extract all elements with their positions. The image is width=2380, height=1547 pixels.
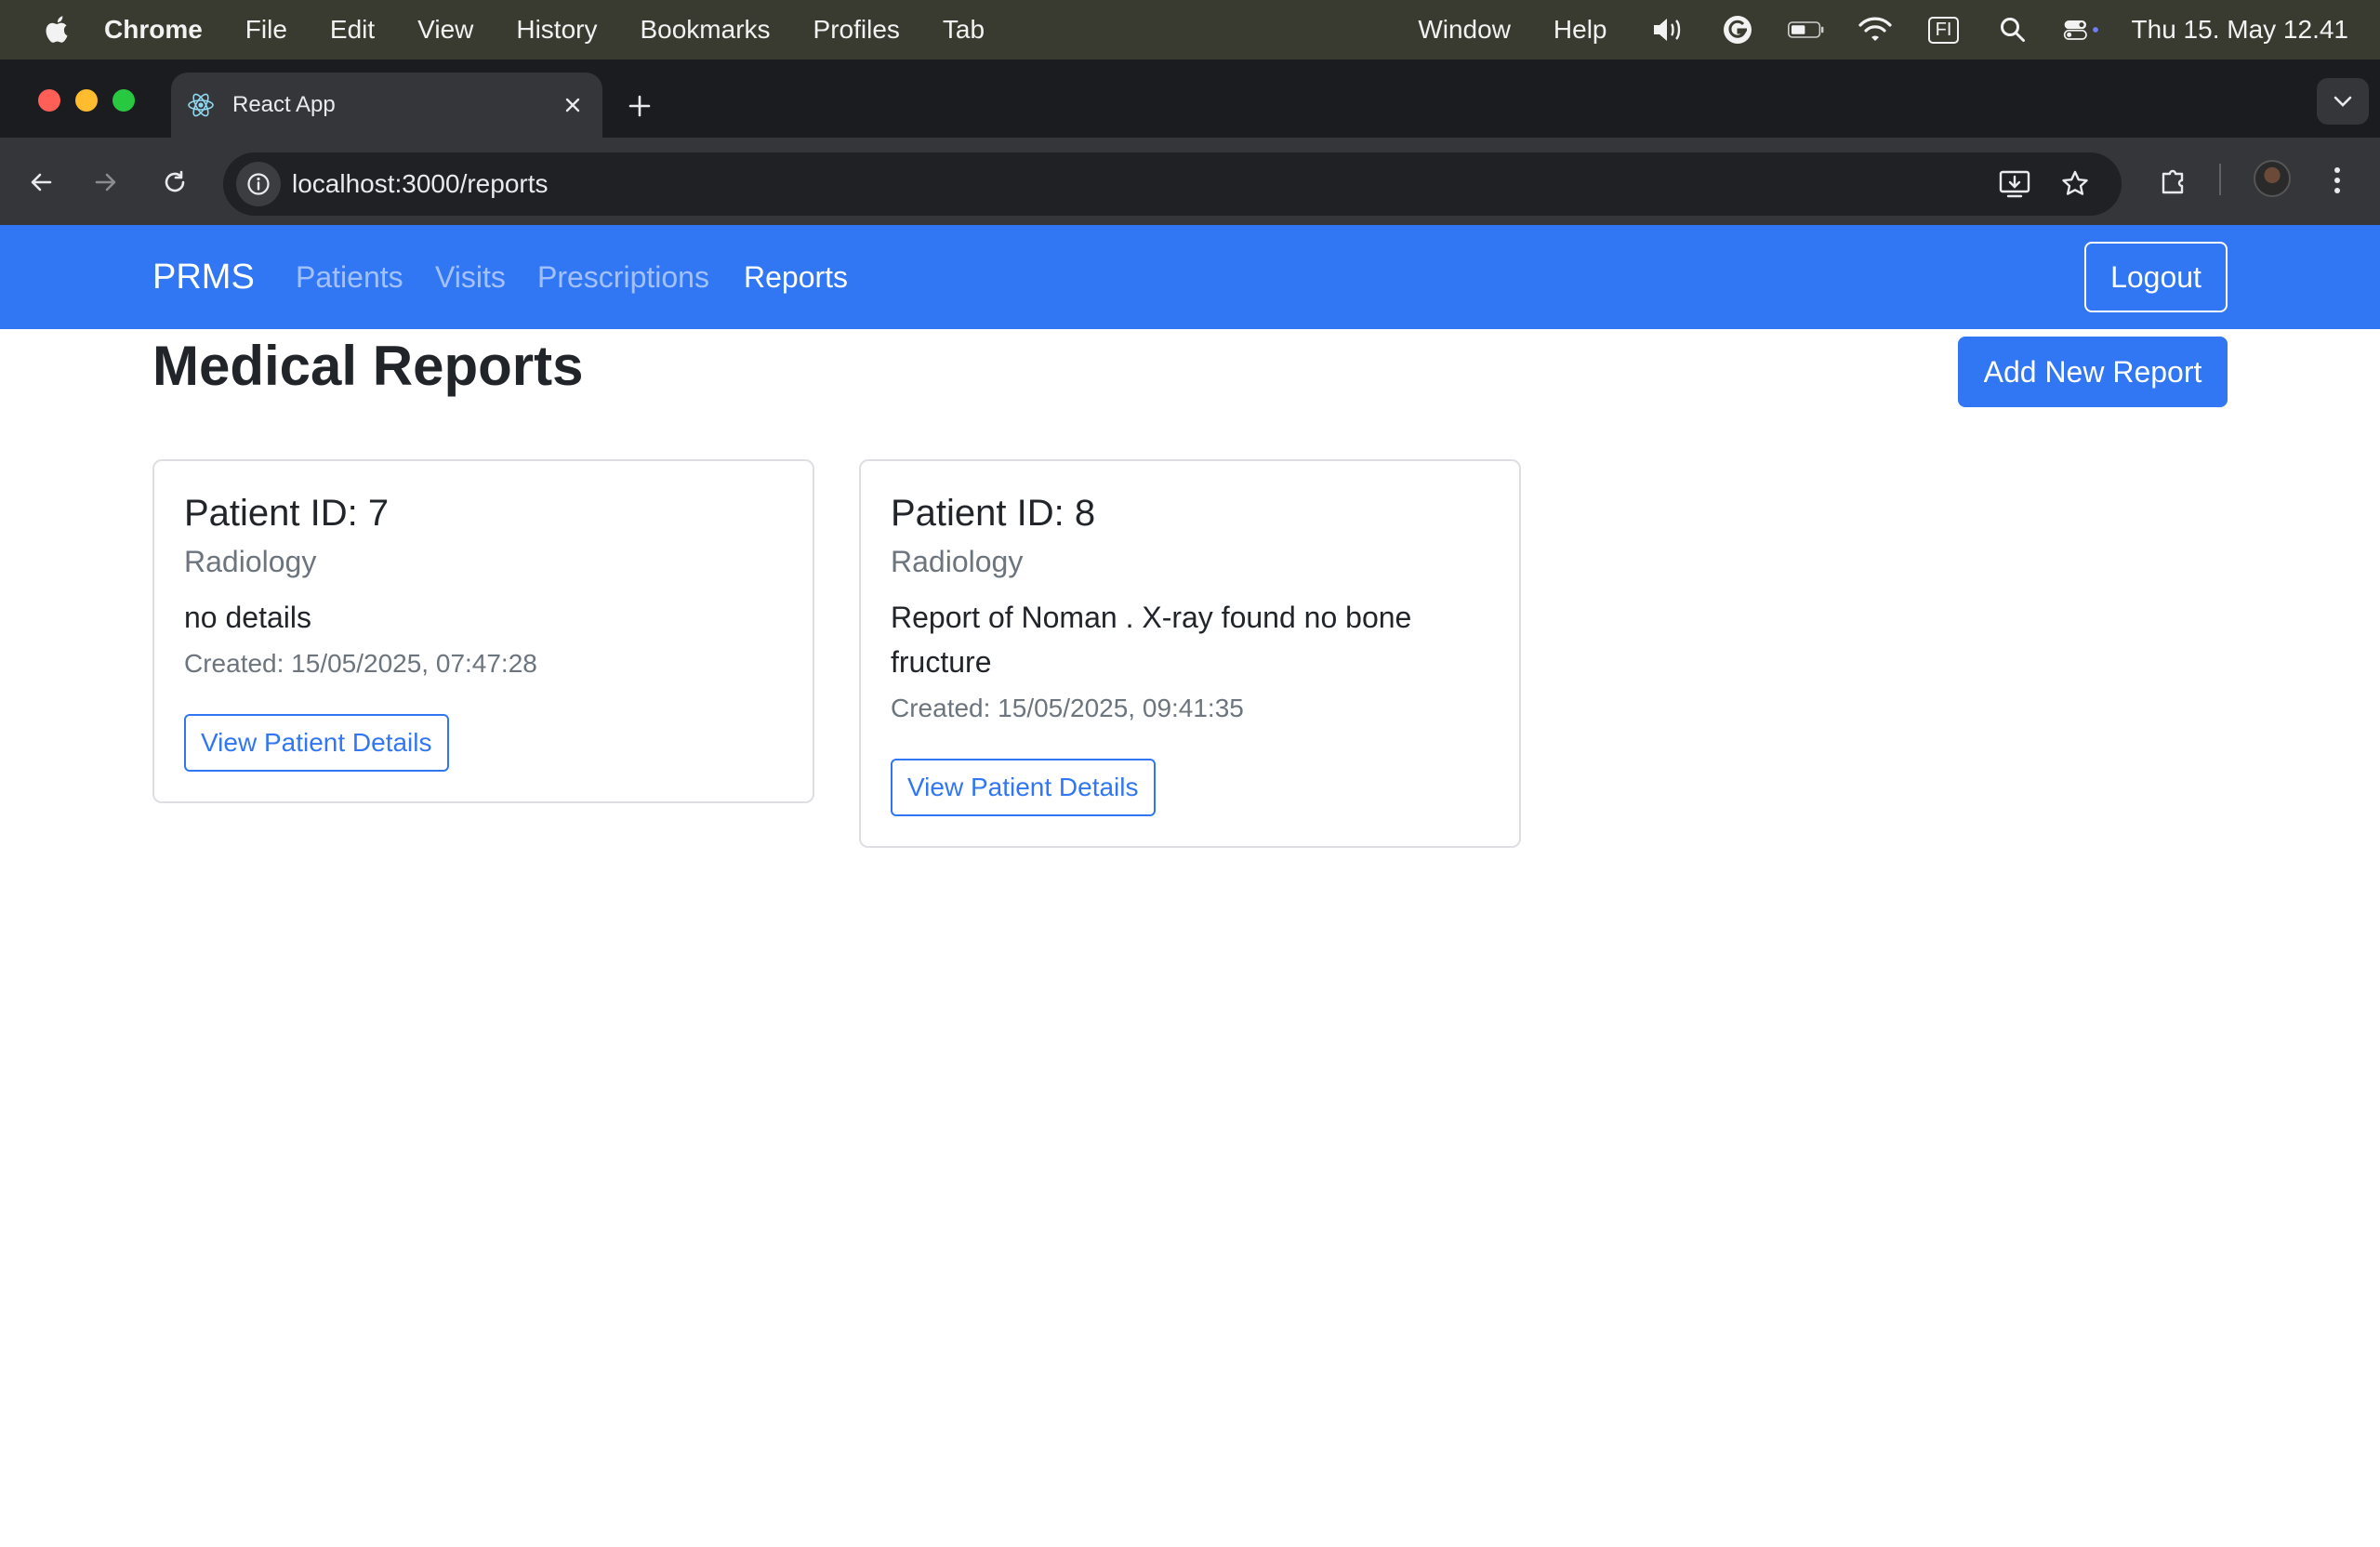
menu-help[interactable]: Help	[1554, 15, 1607, 45]
add-new-report-button[interactable]: Add New Report	[1958, 337, 2228, 407]
address-bar-url[interactable]: localhost:3000/reports	[292, 152, 549, 216]
apple-logo-icon[interactable]	[37, 11, 74, 48]
tab-search-chevron-down-icon[interactable]	[2317, 78, 2369, 125]
nav-link-prescriptions[interactable]: Prescriptions	[537, 225, 709, 329]
site-info-icon[interactable]	[236, 162, 281, 206]
extensions-puzzle-icon[interactable]	[2151, 158, 2196, 203]
forward-arrow-icon[interactable]	[84, 160, 128, 205]
logout-button[interactable]: Logout	[2084, 242, 2228, 312]
app-navbar: PRMS Patients Visits Prescriptions Repor…	[0, 225, 2380, 329]
browser-tab-active[interactable]: React App	[171, 73, 602, 138]
report-details: Report of Noman . X-ray found no bone fr…	[891, 601, 1412, 679]
bookmark-star-icon[interactable]	[2053, 162, 2097, 206]
window-close-button[interactable]	[38, 89, 60, 112]
new-tab-plus-icon[interactable]	[621, 87, 658, 125]
nav-link-patients[interactable]: Patients	[296, 225, 403, 329]
report-type: Radiology	[184, 545, 317, 578]
window-minimize-button[interactable]	[75, 89, 98, 112]
menu-edit[interactable]: Edit	[330, 15, 375, 45]
menu-file[interactable]: File	[245, 15, 287, 45]
menubar-clock[interactable]: Thu 15. May 12.41	[2132, 15, 2348, 45]
menu-profiles[interactable]: Profiles	[813, 15, 900, 45]
install-app-icon[interactable]	[1993, 162, 2038, 206]
keyboard-input-icon[interactable]: FI	[1925, 11, 1963, 48]
volume-icon[interactable]	[1650, 11, 1687, 48]
macos-menu-bar: Chrome File Edit View History Bookmarks …	[0, 0, 2380, 60]
tab-strip: React App	[0, 60, 2380, 138]
report-details: no details	[184, 601, 311, 634]
menu-window[interactable]: Window	[1418, 15, 1511, 45]
report-created-date: Created: 15/05/2025, 07:47:28	[184, 649, 537, 678]
reload-icon[interactable]	[152, 160, 197, 205]
menu-bookmarks[interactable]: Bookmarks	[640, 15, 770, 45]
menu-view[interactable]: View	[417, 15, 473, 45]
battery-icon[interactable]	[1787, 11, 1825, 48]
grammarly-icon[interactable]	[1719, 11, 1756, 48]
keyboard-input-label: FI	[1927, 16, 1960, 44]
page-title: Medical Reports	[152, 335, 584, 397]
back-arrow-icon[interactable]	[19, 160, 63, 205]
nav-link-visits[interactable]: Visits	[435, 225, 506, 329]
toolbar-divider	[2219, 164, 2221, 195]
report-type: Radiology	[891, 545, 1024, 578]
tab-title: React App	[232, 92, 336, 117]
address-bar[interactable]: localhost:3000/reports	[223, 152, 2122, 216]
report-card: Patient ID: 8 Radiology Report of Noman …	[859, 459, 1521, 848]
report-card: Patient ID: 7 Radiology no details Creat…	[152, 459, 814, 803]
report-patient-id: Patient ID: 8	[891, 493, 1096, 534]
nav-link-reports[interactable]: Reports	[744, 225, 848, 329]
chrome-menu-kebab-icon[interactable]	[2315, 158, 2360, 203]
control-center-icon[interactable]	[2063, 11, 2100, 48]
menu-tab[interactable]: Tab	[943, 15, 985, 45]
report-patient-id: Patient ID: 7	[184, 493, 390, 534]
profile-avatar[interactable]	[2254, 160, 2291, 197]
menu-app-name[interactable]: Chrome	[104, 15, 203, 45]
react-logo-icon	[186, 90, 216, 120]
wifi-icon[interactable]	[1857, 11, 1894, 48]
menu-history[interactable]: History	[516, 15, 597, 45]
window-zoom-button[interactable]	[112, 89, 135, 112]
tab-close-icon[interactable]	[556, 88, 589, 122]
report-created-date: Created: 15/05/2025, 09:41:35	[891, 694, 1244, 722]
menubar-status-area: Window Help FI Thu 15. May 12.41	[1418, 0, 2380, 60]
view-patient-details-button[interactable]: View Patient Details	[891, 759, 1156, 816]
view-patient-details-button[interactable]: View Patient Details	[184, 714, 449, 772]
navbar-brand[interactable]: PRMS	[152, 225, 255, 329]
spotlight-search-icon[interactable]	[1994, 11, 2031, 48]
browser-window: React App localhost:3000/reports	[0, 60, 2380, 225]
